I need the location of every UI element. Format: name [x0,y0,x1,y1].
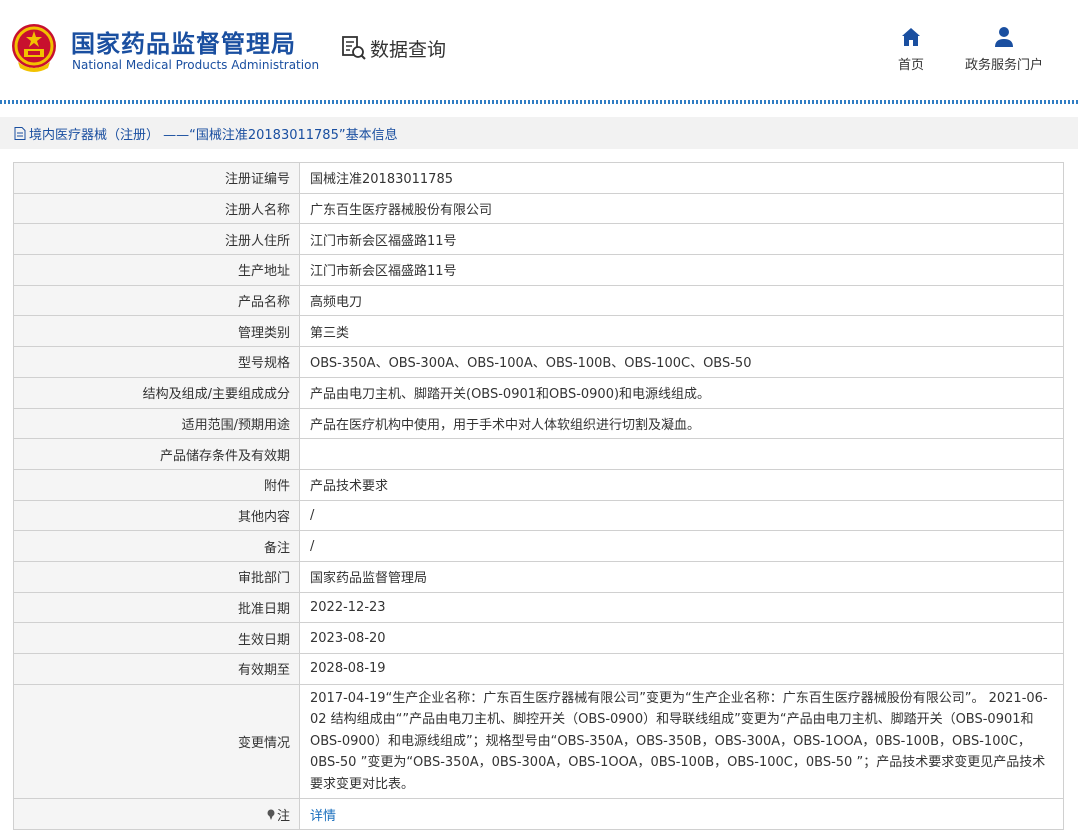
row-label: 生产地址 [13,254,300,286]
row-value: 2023-08-20 [299,622,1064,654]
table-row: 注册人住所 江门市新会区福盛路11号 [13,223,1064,256]
row-value: / [299,499,1064,532]
table-row: 型号规格 OBS-350A、OBS-300A、OBS-100A、OBS-100B、… [13,346,1064,378]
row-label: 产品名称 [13,284,300,317]
org-name-cn: 国家药品监督管理局 [71,30,296,58]
nav-home-label: 首页 [898,58,925,73]
table-row-change: 变更情况 2017-04-19“生产企业名称：广东百生医疗器械有限公司”变更为“… [13,683,1064,800]
table-row: 注册人名称 广东百生医疗器械股份有限公司 [13,192,1064,225]
table-row: 管理类别 第三类 [13,315,1064,348]
search-document-icon [342,36,366,60]
row-value: 2022-12-23 [299,591,1064,624]
user-icon [995,27,1013,47]
row-label: 备注 [13,530,300,562]
row-value: 2017-04-19“生产企业名称：广东百生医疗器械有限公司”变更为“生产企业名… [299,683,1064,800]
table-row: 生产地址 江门市新会区福盛路11号 [13,254,1064,286]
table-row-note: 注 详情 [13,798,1064,830]
row-value: 江门市新会区福盛路11号 [299,254,1064,286]
row-label: 有效期至 [13,653,300,685]
table-row: 其他内容 / [13,499,1064,532]
row-label: 审批部门 [13,560,300,593]
row-label: 产品储存条件及有效期 [13,438,300,470]
table-row: 有效期至 2028-08-19 [13,653,1064,685]
breadcrumb-text: 境内医疗器械（注册） ——“国械注准20183011785”基本信息 [29,127,398,143]
row-label: 其他内容 [13,499,300,532]
row-value: 详情 [299,798,1064,830]
table-row: 结构及组成/主要组成成分 产品由电刀主机、脚踏开关(OBS-0901和OBS-09… [13,376,1064,409]
row-value [299,438,1064,470]
row-label: 批准日期 [13,591,300,624]
row-value: OBS-350A、OBS-300A、OBS-100A、OBS-100B、OBS-… [299,346,1064,378]
table-row: 审批部门 国家药品监督管理局 [13,560,1064,593]
row-value: 高频电刀 [299,284,1064,317]
table-row: 注册证编号 国械注准20183011785 [13,162,1064,194]
row-label: 生效日期 [13,622,300,654]
row-value: / [299,530,1064,562]
row-label: 注册人住所 [13,223,300,256]
row-label: 结构及组成/主要组成成分 [13,376,300,409]
table-row: 生效日期 2023-08-20 [13,622,1064,654]
row-label: 型号规格 [13,346,300,378]
row-value: 国家药品监督管理局 [299,560,1064,593]
row-label: 注册证编号 [13,162,300,194]
org-name-en: National Medical Products Administration [72,58,320,72]
pin-icon [267,809,275,820]
header-divider [0,100,1078,104]
note-label-text: 注 [276,808,290,824]
row-label: 管理类别 [13,315,300,348]
row-label: 注 [13,798,300,830]
document-icon [14,126,26,140]
row-value: 2028-08-19 [299,653,1064,685]
table-row: 备注 / [13,530,1064,562]
nav-gov-service-portal[interactable]: 政务服务门户 [965,26,1043,73]
row-value: 国械注准20183011785 [299,162,1064,194]
breadcrumb: 境内医疗器械（注册） ——“国械注准20183011785”基本信息 [0,117,1078,149]
row-label: 注册人名称 [13,192,300,225]
table-row: 适用范围/预期用途 产品在医疗机构中使用，用于手术中对人体软组织进行切割及凝血。 [13,407,1064,440]
record-table-wrapper: 注册证编号 国械注准20183011785 注册人名称 广东百生医疗器械股份有限公司注… [13,162,1064,830]
nav-home[interactable]: 首页 [898,26,924,73]
data-query-title: 数据查询 [340,34,446,62]
national-emblem-icon [12,24,56,72]
home-icon [902,28,920,46]
row-value: 第三类 [299,315,1064,348]
row-label: 适用范围/预期用途 [13,407,300,440]
row-value: 广东百生医疗器械股份有限公司 [299,192,1064,225]
table-row: 产品储存条件及有效期 [13,438,1064,470]
table-row: 附件 产品技术要求 [13,468,1064,501]
row-value: 江门市新会区福盛路11号 [299,223,1064,256]
record-table: 注册证编号 国械注准20183011785 注册人名称 广东百生医疗器械股份有限公司注… [13,162,1064,830]
row-value: 产品由电刀主机、脚踏开关(OBS-0901和OBS-0900)和电源线组成。 [299,376,1064,409]
row-label: 变更情况 [13,683,300,800]
row-value: 产品技术要求 [299,468,1064,501]
nav-gov-label: 政务服务门户 [965,58,1044,73]
row-label: 附件 [13,468,300,501]
site-header: 国家药品监督管理局 National Medical Products Admi… [0,0,1078,100]
table-row: 批准日期 2022-12-23 [13,591,1064,624]
table-row: 产品名称 高频电刀 [13,284,1064,317]
data-query-label: 数据查询 [370,38,447,61]
row-value: 产品在医疗机构中使用，用于手术中对人体软组织进行切割及凝血。 [299,407,1064,440]
details-link[interactable]: 详情 [310,809,336,824]
